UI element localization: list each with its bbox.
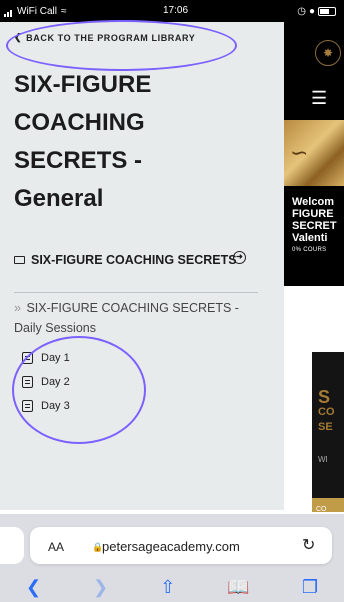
reader-options-button[interactable]: AA [48, 540, 64, 554]
battery-icon [318, 6, 336, 16]
share-icon[interactable]: ⇧ [160, 577, 175, 598]
aa-label: AA [48, 540, 65, 554]
status-right: ◷ ● [297, 6, 336, 17]
title-line2: COACHING [14, 109, 145, 136]
section-title: SIX-FIGURE COACHING SECRETS [31, 253, 237, 267]
forward-arrow-icon[interactable]: ❯ [93, 577, 108, 598]
signal-icon [4, 6, 13, 17]
double-chevron-icon: » [14, 301, 21, 315]
bookmarks-icon[interactable]: 📖 [227, 577, 249, 598]
subsection-title: SIX-FIGURE COACHING SECRETS - Daily Sess… [14, 301, 239, 335]
welcome-line1: Welcom [292, 196, 334, 208]
title-line1: SIX-FIGURE [14, 71, 152, 98]
title-line4: General [14, 185, 104, 212]
hamburger-icon[interactable]: ☰ [311, 88, 327, 109]
alarm-icon: ◷ [297, 5, 306, 17]
section-divider [14, 292, 258, 293]
reload-icon[interactable]: ↻ [302, 535, 315, 555]
welcome-banner: Welcom FIGURE SECRET Valenti 0% COURS [284, 186, 344, 286]
hero-image: ∽ [284, 120, 344, 186]
lock-rotation-icon: ● [308, 5, 315, 17]
tabs-icon[interactable]: ❐ [302, 577, 318, 598]
previous-tab-edge[interactable] [0, 527, 24, 564]
arrow-circle-icon[interactable]: ➜ [233, 251, 246, 264]
subsection-link[interactable]: » SIX-FIGURE COACHING SECRETS - Daily Se… [14, 298, 264, 338]
welcome-line2: FIGURE [292, 208, 334, 220]
course-card[interactable]: S CO SE WI CO [312, 352, 344, 513]
course-progress: 0% COURS [292, 247, 327, 253]
welcome-line3: SECRET [292, 220, 337, 232]
signature-glyph: ∽ [290, 140, 309, 165]
annotation-circle-back [6, 20, 237, 71]
card-big-letter: S [318, 387, 331, 407]
folder-icon [14, 256, 25, 264]
card-subtext: WI [318, 455, 328, 464]
card-line2: SE [318, 421, 333, 433]
browser-toolbar: ❮ ❯ ⇧ 📖 ❐ [0, 572, 344, 602]
status-bar: WiFi Call ≈ 17:06 ◷ ● [0, 0, 344, 22]
welcome-line4: Valenti [292, 232, 328, 244]
card-title: S CO SE [312, 352, 344, 435]
card-button[interactable]: CO [312, 498, 344, 513]
url-text[interactable]: petersageacademy.com [102, 539, 240, 554]
card-line1: CO [318, 406, 335, 418]
title-line3: SECRETS - [14, 147, 143, 174]
clock-time: 17:06 [163, 5, 189, 16]
annotation-circle-days [12, 336, 146, 444]
wifi-icon: ≈ [61, 5, 67, 17]
site-logo[interactable]: ✸ [315, 40, 341, 66]
status-left: WiFi Call ≈ [4, 6, 67, 17]
section-header[interactable]: SIX-FIGURE COACHING SECRETS ➜ [14, 248, 258, 272]
carrier-text: WiFi Call [17, 5, 57, 17]
page-title: SIX-FIGURE COACHING SECRETS - General [14, 66, 254, 218]
back-arrow-icon[interactable]: ❮ [26, 577, 41, 598]
card-button-label: CO [316, 506, 327, 513]
